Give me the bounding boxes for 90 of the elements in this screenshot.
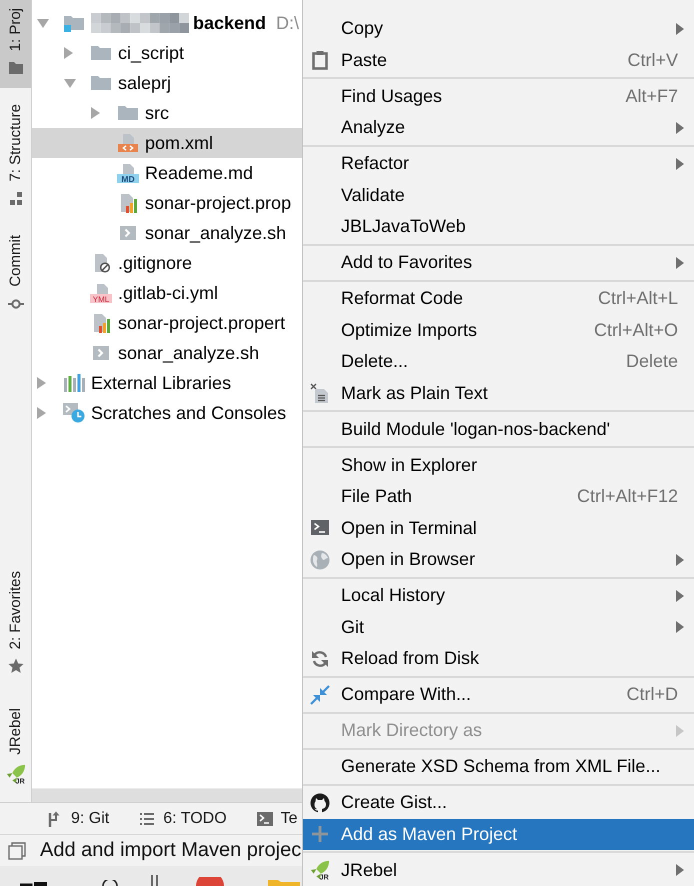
tree-row[interactable]: pom.xml	[32, 128, 302, 158]
libraries-icon	[63, 373, 85, 393]
module-folder-icon	[63, 13, 85, 33]
tree-row[interactable]: backend D:\	[32, 8, 302, 38]
plain-text-file-icon	[310, 383, 330, 404]
cat-logo-icon	[310, 792, 330, 813]
menu-item[interactable]: Find Usages Alt+F7	[303, 80, 694, 112]
star-icon	[8, 658, 24, 674]
compare-arrows-icon	[310, 684, 330, 705]
menu-item[interactable]: Local History	[303, 580, 694, 612]
menu-item[interactable]: Refactor	[303, 148, 694, 180]
tool-window-tab[interactable]: JRebel JR	[0, 700, 31, 796]
status-message: Add and import Maven projec	[40, 839, 302, 862]
overlapping-squares-icon[interactable]	[8, 842, 26, 860]
folder-path: D:\	[276, 12, 300, 34]
tree-row[interactable]: sonar_analyze.sh	[32, 218, 302, 248]
menu-item[interactable]: JBLJavaToWeb	[303, 211, 694, 242]
menu-item[interactable]: Add to Favorites	[303, 247, 694, 278]
script-file-icon	[117, 223, 139, 243]
menu-item[interactable]: Reformat Code Ctrl+Alt+L	[303, 283, 694, 314]
plus-icon	[310, 824, 330, 844]
menu-item[interactable]: Paste Ctrl+V	[303, 44, 694, 76]
menu-item[interactable]: Copy	[303, 13, 694, 44]
structure-icon	[8, 190, 24, 207]
menu-item[interactable]: Open in Browser	[303, 544, 694, 576]
keyboard-shortcut: Delete	[626, 351, 678, 372]
tree-row[interactable]: .gitignore	[32, 248, 302, 278]
tool-window-tab[interactable]: Commit	[0, 226, 31, 324]
tool-window-tab[interactable]: 2: Favorites	[0, 562, 31, 686]
folder-icon[interactable]	[268, 880, 300, 886]
disclosure-triangle-icon[interactable]	[37, 407, 46, 419]
folder-icon	[8, 60, 24, 76]
menu-item[interactable]: Show in Explorer	[303, 450, 694, 481]
scratch-console-icon	[63, 403, 85, 423]
disclosure-triangle-icon[interactable]	[37, 18, 49, 28]
menu-item[interactable]: Build Module 'logan-nos-backend'	[303, 414, 694, 445]
horizontal-scrollbar[interactable]	[32, 788, 302, 802]
menu-item[interactable]: Create Gist...	[303, 787, 694, 818]
script-file-icon	[90, 343, 112, 363]
tool-window-tab[interactable]: Te	[256, 810, 298, 828]
list-icon	[139, 810, 156, 826]
tool-window-tab[interactable]: 7: Structure	[0, 96, 31, 219]
menu-item[interactable]: Git	[303, 612, 694, 643]
menu-item[interactable]: Analyze	[303, 112, 694, 144]
tool-window-tab[interactable]: 1: Proj	[0, 0, 31, 88]
task-view-icon[interactable]	[151, 875, 158, 886]
globe-icon	[310, 550, 330, 570]
keyboard-shortcut: Ctrl+V	[627, 50, 678, 71]
keyboard-shortcut: Ctrl+Alt+L	[598, 288, 678, 310]
menu-item[interactable]: Compare With... Ctrl+D	[303, 679, 694, 710]
menu-item[interactable]: File Path Ctrl+Alt+F12	[303, 481, 694, 512]
folder-icon	[90, 43, 112, 63]
windows-logo-icon[interactable]	[20, 882, 47, 886]
tree-row[interactable]: saleprj	[32, 68, 302, 98]
search-icon[interactable]	[102, 880, 118, 886]
tree-row[interactable]: ci_script	[32, 38, 302, 68]
round-app-icon[interactable]	[196, 877, 224, 886]
disclosure-triangle-icon[interactable]	[91, 107, 100, 119]
folder-icon	[117, 103, 139, 123]
menu-item[interactable]: Generate XSD Schema from XML File...	[303, 751, 694, 782]
disclosure-triangle-icon[interactable]	[37, 377, 46, 389]
menu-item[interactable]: JR JRebel	[303, 854, 694, 886]
menu-item[interactable]: Add as Maven Project	[303, 818, 694, 850]
tree-row[interactable]: src	[32, 98, 302, 128]
clipboard-icon	[310, 50, 330, 70]
menu-item[interactable]: Mark as Plain Text	[303, 378, 694, 409]
tree-row[interactable]: External Libraries	[32, 368, 302, 398]
menu-item[interactable]: Reload from Disk	[303, 643, 694, 674]
tool-window-tab[interactable]: 9: Git	[47, 810, 110, 828]
tool-window-tab[interactable]: 6: TODO	[139, 810, 227, 828]
menu-item[interactable]: Open in Terminal	[303, 512, 694, 544]
menu-item[interactable]: Delete... Delete	[303, 346, 694, 378]
keyboard-shortcut: Ctrl+Alt+F12	[576, 486, 678, 508]
tree-row[interactable]: YML .gitlab-ci.yml	[32, 278, 302, 308]
disclosure-triangle-icon[interactable]	[64, 47, 73, 59]
folder-icon	[90, 73, 112, 93]
tree-row[interactable]: MD Reademe.md	[32, 158, 302, 188]
tree-row[interactable]: Scratches and Consoles	[32, 398, 302, 428]
keyboard-shortcut: Alt+F7	[625, 86, 678, 107]
keyboard-shortcut: Ctrl+D	[626, 684, 678, 706]
keyboard-shortcut: Ctrl+Alt+O	[594, 320, 678, 341]
tree-row[interactable]: sonar-project.propert	[32, 308, 302, 338]
terminal-icon	[256, 810, 273, 826]
tree-row[interactable]: sonar-project.prop	[32, 188, 302, 218]
menu-item[interactable]: Validate	[303, 180, 694, 211]
disclosure-triangle-icon[interactable]	[64, 78, 76, 88]
reload-icon	[310, 648, 330, 669]
menu-item[interactable]: Optimize Imports Ctrl+Alt+O	[303, 314, 694, 346]
tree-row[interactable]: sonar_analyze.sh	[32, 338, 302, 368]
xml-file-icon	[117, 133, 139, 153]
